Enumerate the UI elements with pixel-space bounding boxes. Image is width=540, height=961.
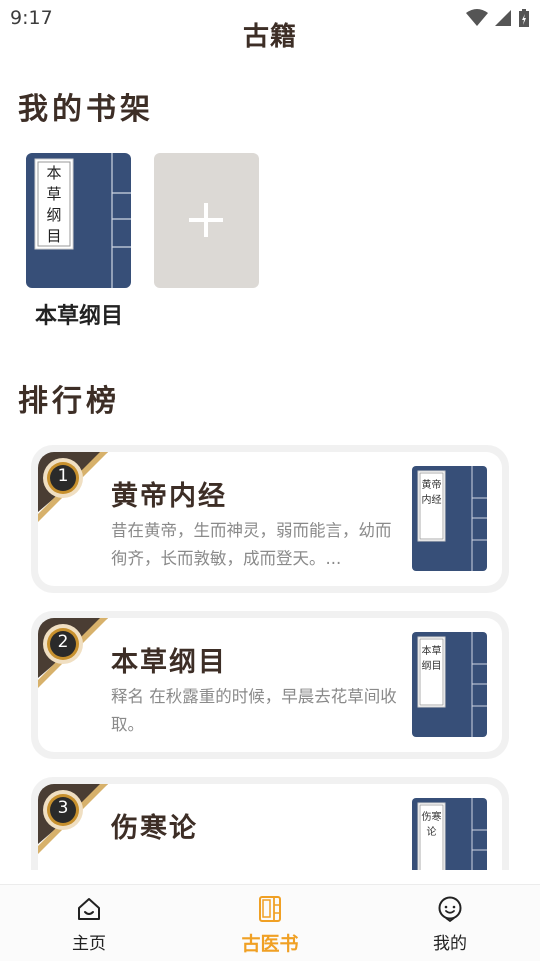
rank-number: 2 bbox=[57, 632, 69, 652]
nav-label-books: 古医书 bbox=[241, 933, 299, 955]
rank-cover-text: 伤寒论 bbox=[421, 812, 442, 838]
home-icon bbox=[78, 898, 100, 920]
rank-cover-text: 黄帝内经 bbox=[421, 480, 442, 506]
rank-badge-icon bbox=[38, 618, 108, 688]
ranking-card[interactable]: 3 伤寒论 伤寒论 bbox=[31, 777, 509, 870]
rank-cover-text: 本草纲目 bbox=[421, 646, 442, 672]
nav-label-home: 主页 bbox=[72, 934, 106, 954]
rank-badge-icon bbox=[38, 784, 108, 854]
nav-item-mine[interactable]: 我的 bbox=[400, 885, 500, 961]
ranking-card[interactable]: 2 本草纲目 释名 在秋露重的时候，早晨去花草间收取。 本草纲目 bbox=[31, 611, 509, 759]
app-title: 古籍 bbox=[242, 22, 297, 52]
ranking-list: 1 黄帝内经 昔在黄帝，生而神灵，弱而能言，幼而徇齐，长而敦敏，成而登天。...… bbox=[0, 440, 540, 870]
shelf-book-title: 本草纲目 bbox=[34, 304, 123, 329]
rank-book-desc: 释名 在秋露重的时候，早晨去花草间收取。 bbox=[111, 687, 397, 734]
rank-book-cover: 伤寒论 bbox=[412, 798, 487, 870]
book-cover-text: 本草纲目 bbox=[46, 164, 62, 245]
rank-book-title: 黄帝内经 bbox=[111, 481, 227, 512]
rank-number: 3 bbox=[57, 798, 69, 818]
nav-item-home[interactable]: 主页 bbox=[39, 885, 139, 961]
nav-item-books[interactable]: 古医书 bbox=[220, 885, 320, 961]
nav-label-mine: 我的 bbox=[433, 934, 467, 954]
book-icon bbox=[259, 896, 281, 922]
rank-book-cover: 黄帝内经 bbox=[412, 466, 487, 575]
face-icon bbox=[438, 896, 462, 922]
shelf-book[interactable]: 本草纲目 bbox=[26, 153, 131, 288]
rank-book-title: 伤寒论 bbox=[111, 813, 198, 844]
ranking-title: 排行榜 bbox=[18, 384, 120, 419]
bottom-nav: 主页 古医书 我的 bbox=[0, 884, 540, 961]
rank-book-cover: 本草纲目 bbox=[412, 632, 487, 741]
rank-book-desc: 昔在黄帝，生而神灵，弱而能言，幼而徇齐，长而敦敏，成而登天。... bbox=[111, 521, 392, 568]
add-book-button[interactable] bbox=[154, 153, 259, 288]
rank-number: 1 bbox=[57, 466, 69, 486]
bookshelf-title: 我的书架 bbox=[18, 92, 154, 127]
rank-badge-icon bbox=[38, 452, 108, 522]
rank-book-title: 本草纲目 bbox=[111, 647, 227, 678]
ranking-card[interactable]: 1 黄帝内经 昔在黄帝，生而神灵，弱而能言，幼而徇齐，长而敦敏，成而登天。...… bbox=[31, 445, 509, 593]
